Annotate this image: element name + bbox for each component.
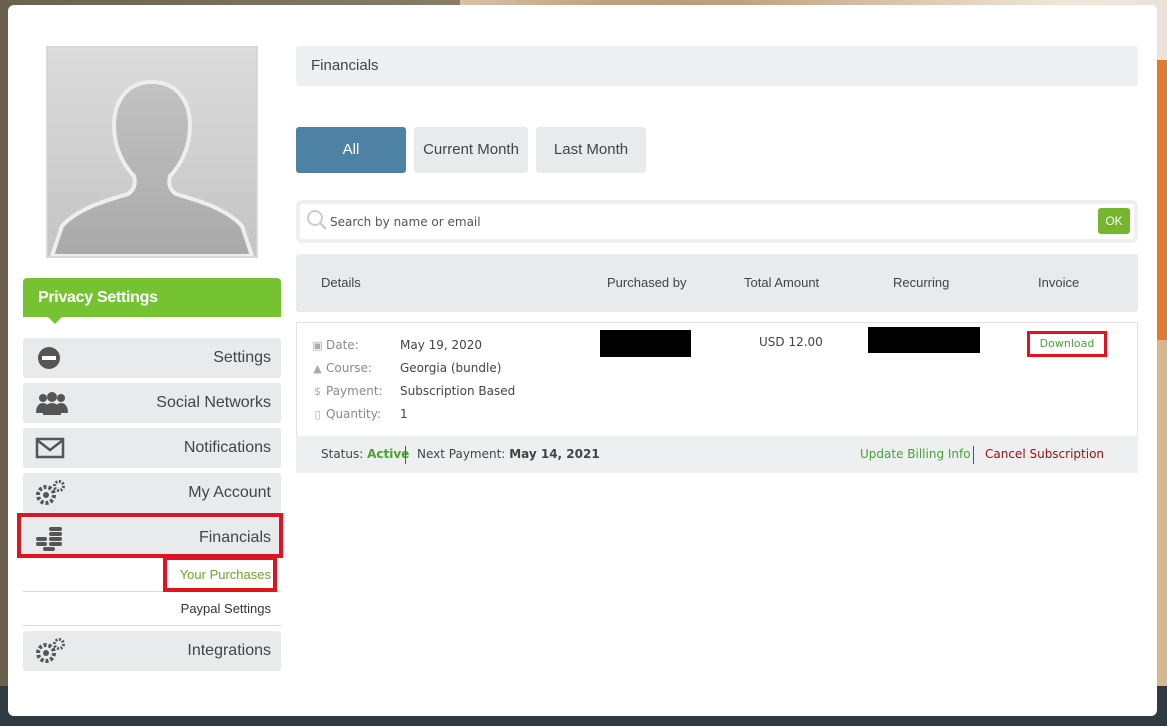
sidebar-item-integrations[interactable]: Integrations bbox=[23, 631, 281, 671]
profile-modal: Privacy Settings Settings Social Network… bbox=[8, 5, 1157, 716]
update-billing-info-link[interactable]: Update Billing Info bbox=[860, 436, 971, 473]
detail-label: Quantity: bbox=[326, 407, 382, 421]
subscription-status-bar: Status: Active Next Payment: May 14, 202… bbox=[296, 436, 1138, 473]
next-payment-date: May 14, 2021 bbox=[509, 447, 600, 461]
subnav-item-paypal-settings[interactable]: Paypal Settings bbox=[23, 592, 281, 626]
status-badge: Active bbox=[367, 447, 410, 461]
search-ok-button[interactable]: OK bbox=[1098, 208, 1130, 234]
privacy-header-arrow bbox=[48, 317, 62, 324]
calendar-icon: ▣ bbox=[312, 339, 323, 352]
stack-icon: ▯ bbox=[314, 408, 321, 421]
search-bar: OK bbox=[296, 200, 1138, 243]
download-invoice-link[interactable]: Download bbox=[1030, 334, 1104, 354]
column-header-recurring: Recurring bbox=[893, 275, 950, 290]
next-payment: Next Payment: May 14, 2021 bbox=[417, 436, 600, 473]
graduation-cap-icon: ▲ bbox=[313, 362, 322, 375]
subnav-item-label: Paypal Settings bbox=[180, 601, 271, 616]
sidebar-item-label: Social Networks bbox=[156, 394, 271, 411]
status: Status: Active bbox=[321, 436, 409, 473]
gears-icon bbox=[35, 637, 67, 665]
tab-last-month[interactable]: Last Month bbox=[536, 127, 646, 173]
detail-label: Payment: bbox=[326, 384, 383, 398]
users-icon bbox=[35, 389, 68, 417]
recurring-redacted bbox=[868, 327, 980, 353]
cancel-subscription-link[interactable]: Cancel Subscription bbox=[985, 436, 1104, 473]
financials-highlight-box bbox=[17, 513, 283, 558]
table-header: Details Purchased by Total Amount Recurr… bbox=[296, 254, 1138, 312]
sidebar-item-label: Settings bbox=[213, 349, 271, 366]
detail-value: Subscription Based bbox=[400, 384, 516, 398]
tab-current-month[interactable]: Current Month bbox=[414, 127, 528, 173]
purchased-by-redacted bbox=[600, 330, 691, 357]
sidebar-item-social-networks[interactable]: Social Networks bbox=[23, 383, 281, 423]
status-label: Status: bbox=[321, 447, 364, 461]
page-title: Financials bbox=[296, 46, 1138, 86]
sidebar-item-notifications[interactable]: Notifications bbox=[23, 428, 281, 468]
next-payment-label: Next Payment: bbox=[417, 447, 506, 461]
detail-label: Date: bbox=[326, 338, 359, 352]
column-header-purchased-by: Purchased by bbox=[607, 275, 687, 290]
avatar-silhouette-icon bbox=[49, 79, 255, 256]
total-amount: USD 12.00 bbox=[759, 335, 823, 349]
gears-icon bbox=[35, 479, 67, 507]
column-header-total-amount: Total Amount bbox=[744, 275, 820, 290]
sidebar-item-label: Integrations bbox=[187, 642, 271, 659]
avatar bbox=[46, 46, 258, 258]
tab-all[interactable]: All bbox=[296, 127, 406, 173]
sidebar-item-settings[interactable]: Settings bbox=[23, 338, 281, 378]
divider bbox=[973, 446, 974, 464]
your-purchases-highlight-box bbox=[163, 556, 277, 592]
detail-value: 1 bbox=[400, 407, 408, 421]
detail-value: Georgia (bundle) bbox=[400, 361, 502, 375]
sidebar-item-my-account[interactable]: My Account bbox=[23, 473, 281, 513]
envelope-icon bbox=[35, 434, 67, 462]
privacy-settings-header[interactable]: Privacy Settings bbox=[23, 278, 281, 317]
column-header-details: Details bbox=[321, 275, 361, 290]
minus-circle-icon bbox=[35, 344, 67, 372]
column-header-invoice: Invoice bbox=[1038, 275, 1080, 290]
dollar-icon: $ bbox=[314, 385, 321, 398]
table-row: ▣ Date: May 19, 2020 ▲ Course: Georgia (bu… bbox=[296, 322, 1138, 436]
divider bbox=[405, 446, 406, 464]
sidebar-item-label: Notifications bbox=[183, 439, 271, 456]
search-icon bbox=[306, 209, 328, 231]
detail-label: Course: bbox=[326, 361, 372, 375]
search-input[interactable] bbox=[330, 208, 1090, 235]
sidebar-item-label: My Account bbox=[188, 484, 271, 501]
detail-value: May 19, 2020 bbox=[400, 338, 483, 352]
download-highlight-box: Download bbox=[1027, 331, 1107, 357]
